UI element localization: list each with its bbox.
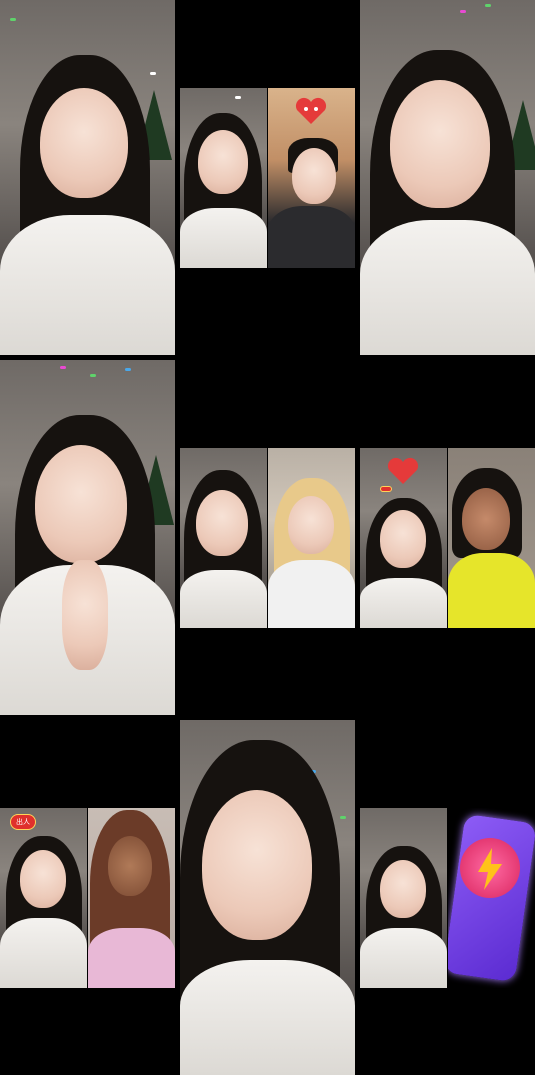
stream-video-right xyxy=(448,808,535,988)
shirt xyxy=(360,220,535,355)
stream-video xyxy=(0,0,175,355)
face xyxy=(462,488,510,550)
disco-light xyxy=(235,96,241,99)
shirt xyxy=(88,928,175,988)
stream-tile-r1c1[interactable] xyxy=(0,0,175,355)
shirt xyxy=(360,928,447,988)
stream-video-left xyxy=(360,808,447,988)
lightning-icon xyxy=(460,838,520,898)
shirt xyxy=(180,960,355,1075)
disco-light xyxy=(125,368,131,371)
battle-badge: 出人 xyxy=(10,814,36,830)
shirt xyxy=(268,560,355,628)
face xyxy=(40,88,128,198)
disco-light xyxy=(150,72,156,75)
stream-video xyxy=(180,720,355,1075)
disco-light xyxy=(460,10,466,13)
face xyxy=(20,850,66,908)
shirt xyxy=(0,918,87,988)
shirt xyxy=(448,553,535,628)
stream-video-left: 出人 xyxy=(0,808,87,988)
disco-light xyxy=(340,816,346,819)
stream-video-left xyxy=(180,448,267,628)
face xyxy=(380,510,426,568)
face xyxy=(292,148,336,204)
face xyxy=(390,80,490,208)
face xyxy=(198,130,248,194)
shirt xyxy=(0,215,175,355)
face xyxy=(380,860,426,918)
disco-light xyxy=(60,366,66,369)
praying-hands xyxy=(62,560,108,670)
stream-video-right xyxy=(88,808,175,988)
disco-light xyxy=(10,18,16,21)
face xyxy=(35,445,127,563)
stream-tile-r3c3[interactable] xyxy=(360,808,535,988)
stream-tile-r3c1[interactable]: 出人 xyxy=(0,808,175,988)
stream-video xyxy=(0,360,175,715)
stream-tile-r2c3[interactable] xyxy=(360,448,535,628)
shirt xyxy=(180,208,267,268)
disco-light xyxy=(485,4,491,7)
stream-video-left xyxy=(180,88,267,268)
stream-video-right xyxy=(268,448,355,628)
face xyxy=(108,836,152,896)
stream-tile-r2c2[interactable] xyxy=(180,448,355,628)
stream-tile-r2c1[interactable] xyxy=(0,360,175,715)
shirt xyxy=(360,578,447,628)
heart-crown-icon xyxy=(295,97,327,124)
stream-tile-r1c2[interactable] xyxy=(180,88,355,268)
shirt xyxy=(268,206,355,268)
face xyxy=(202,790,312,940)
disco-light xyxy=(90,374,96,377)
stream-video-left xyxy=(360,448,447,628)
stream-video-right xyxy=(448,448,535,628)
battle-badge xyxy=(380,486,392,492)
stream-tile-r3c2[interactable] xyxy=(180,720,355,1075)
face xyxy=(196,490,248,556)
stream-video xyxy=(360,0,535,355)
face xyxy=(288,496,334,554)
stream-video-right xyxy=(268,88,355,268)
shirt xyxy=(180,570,267,628)
stream-tile-r1c3[interactable] xyxy=(360,0,535,355)
heart-crown-icon xyxy=(387,457,419,484)
